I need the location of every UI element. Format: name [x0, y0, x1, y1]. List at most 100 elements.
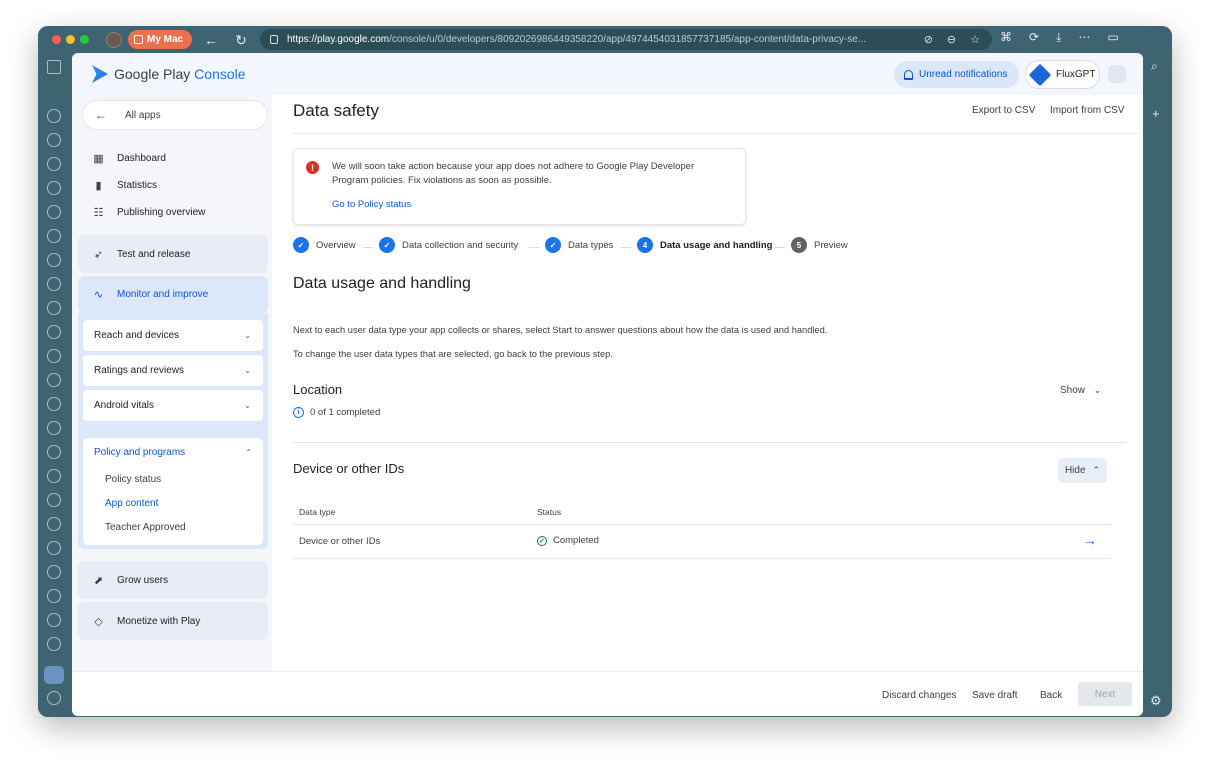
more-icon[interactable]: ⊖ — [947, 33, 956, 46]
app-icon[interactable] — [47, 421, 61, 435]
download-icon[interactable]: ⤓ — [1056, 30, 1061, 45]
star-icon[interactable]: ☆ — [970, 33, 980, 46]
step-data-usage[interactable]: 4 Data usage and handling — [637, 237, 772, 253]
speaker-icon[interactable] — [47, 469, 61, 483]
sidebar-item-statistics[interactable]: ▮ Statistics — [92, 174, 262, 196]
sidebar-icon[interactable]: ▭ — [1107, 30, 1118, 45]
address-bar[interactable]: https://play.google.com /console/u/0/dev… — [260, 29, 992, 50]
step-data-collection[interactable]: ✓ Data collection and security — [379, 237, 518, 253]
app-logo-icon — [1028, 63, 1052, 86]
link-icon[interactable] — [47, 373, 61, 387]
github-icon[interactable] — [47, 397, 61, 411]
screen-icon[interactable] — [47, 493, 61, 507]
step-preview[interactable]: 5 Preview — [791, 237, 848, 253]
rocket-icon[interactable] — [47, 517, 61, 531]
sidebar-section-monitor[interactable]: ∿ Monitor and improve — [78, 276, 268, 313]
link-icon[interactable] — [47, 301, 61, 315]
more-icon[interactable]: ⋯ — [1078, 30, 1090, 45]
game-icon[interactable] — [47, 589, 61, 603]
chevron-down-icon: ⌄ — [244, 331, 251, 340]
policy-status-link[interactable]: Go to Policy status — [332, 199, 411, 210]
sidebar-section-test-release[interactable]: ➶ Test and release — [78, 235, 268, 273]
data-type-cell: Device or other IDs — [299, 536, 381, 547]
link-icon[interactable] — [47, 325, 61, 339]
lock-icon — [270, 35, 278, 44]
chevron-down-icon: ⌄ — [244, 401, 251, 410]
app-name: FluxGPT — [1056, 69, 1096, 80]
import-csv-button[interactable]: Import from CSV — [1050, 105, 1124, 116]
zoom-window-button[interactable] — [80, 35, 89, 44]
notifications-label: Unread notifications — [919, 69, 1008, 80]
sidebar-item-android-vitals[interactable]: Android vitals ⌄ — [83, 390, 263, 421]
reload-icon[interactable]: ↻ — [230, 29, 252, 51]
back-arrow-icon[interactable]: ← — [200, 29, 222, 51]
add-panel-icon[interactable]: + — [1152, 106, 1160, 121]
github-icon[interactable] — [47, 541, 61, 555]
sidebar-item-policy-programs[interactable]: Policy and programs ⌃ — [94, 442, 252, 463]
next-button[interactable]: Next — [1078, 682, 1132, 706]
browser-toolbar-icons: ⌘ ⟳ ⤓ ⋯ ▭ — [1000, 30, 1119, 45]
check-icon: ✓ — [379, 237, 395, 253]
browser-titlebar: My Mac ← ↻ https://play.google.com /cons… — [38, 26, 1172, 53]
discard-changes-button[interactable]: Discard changes — [882, 690, 956, 701]
developer-account-icon[interactable] — [1108, 65, 1126, 83]
check-circle-icon: ✓ — [537, 535, 547, 546]
link-icon[interactable] — [47, 277, 61, 291]
chevron-up-icon: ⌃ — [1092, 465, 1101, 475]
search-icon[interactable]: ⌕ — [1151, 59, 1158, 74]
sidebar-item-app-content[interactable]: App content — [105, 498, 158, 509]
sidebar-item-publishing[interactable]: ☷ Publishing overview — [92, 201, 262, 223]
publish-icon: ☷ — [93, 206, 104, 219]
github-icon[interactable] — [47, 157, 61, 171]
back-button[interactable]: Back — [1040, 690, 1062, 701]
sidebar-section-grow-users[interactable]: ⬈ Grow users — [78, 561, 268, 599]
chevron-down-icon: ⌄ — [1093, 385, 1102, 395]
close-window-button[interactable] — [52, 35, 61, 44]
profile-pill[interactable]: My Mac — [128, 30, 192, 49]
link-icon[interactable] — [47, 229, 61, 243]
sidebar-section-monetize[interactable]: ◇ Monetize with Play — [78, 602, 268, 640]
translate-icon[interactable]: ⌘ — [1000, 30, 1012, 45]
table-row[interactable]: Device or other IDs ✓ Completed → — [293, 524, 1111, 559]
check-icon: ✓ — [293, 237, 309, 253]
sidebar: ← All apps ▦ Dashboard ▮ Statistics ☷ Pu… — [72, 95, 272, 671]
chart-icon[interactable] — [47, 637, 61, 651]
browser-window: My Mac ← ↻ https://play.google.com /cons… — [38, 26, 1172, 717]
link-icon[interactable] — [47, 205, 61, 219]
location-show-toggle[interactable]: Show ⌄ — [1060, 385, 1101, 396]
link-icon[interactable] — [47, 253, 61, 267]
globe-icon[interactable] — [47, 181, 61, 195]
arrow-right-icon[interactable]: → — [1083, 532, 1097, 548]
save-draft-button[interactable]: Save draft — [972, 690, 1018, 701]
device-hide-toggle[interactable]: Hide ⌃ — [1058, 458, 1107, 483]
hand-icon[interactable] — [47, 445, 61, 459]
sidebar-item-dashboard[interactable]: ▦ Dashboard — [92, 147, 262, 169]
policy-programs-panel: Policy and programs ⌃ Policy status App … — [83, 438, 263, 545]
profile-avatar[interactable] — [106, 32, 122, 48]
sidebar-item-ratings-reviews[interactable]: Ratings and reviews ⌄ — [83, 355, 263, 386]
extension-icon[interactable]: ⊘ — [924, 33, 933, 46]
step-data-types[interactable]: ✓ Data types — [545, 237, 613, 253]
tag-icon: ◇ — [94, 615, 103, 628]
location-title: Location — [293, 382, 343, 397]
sync-icon[interactable]: ⟳ — [1029, 30, 1039, 45]
all-apps-button[interactable]: ← All apps — [82, 100, 268, 130]
sidebar-item-teacher-approved[interactable]: Teacher Approved — [105, 522, 186, 533]
chevron-down-icon: ⌄ — [244, 366, 251, 375]
active-tab-icon[interactable] — [44, 666, 64, 684]
sidebar-toggle-icon[interactable] — [47, 60, 61, 74]
sidebar-item-policy-status[interactable]: Policy status — [105, 474, 161, 485]
sidebar-item-reach-devices[interactable]: Reach and devices ⌄ — [83, 320, 263, 351]
app-icon[interactable] — [47, 613, 61, 627]
rocket-icon[interactable] — [47, 691, 61, 705]
link-icon[interactable] — [47, 349, 61, 363]
app-switcher-button[interactable]: FluxGPT — [1025, 60, 1100, 89]
minimize-window-button[interactable] — [66, 35, 75, 44]
github-icon[interactable] — [47, 109, 61, 123]
github-icon[interactable] — [47, 133, 61, 147]
settings-gear-icon[interactable]: ⚙ — [1150, 693, 1162, 709]
step-overview[interactable]: ✓ Overview — [293, 237, 356, 253]
github-icon[interactable] — [47, 565, 61, 579]
notifications-button[interactable]: Unread notifications — [894, 61, 1019, 88]
export-csv-button[interactable]: Export to CSV — [972, 105, 1035, 116]
